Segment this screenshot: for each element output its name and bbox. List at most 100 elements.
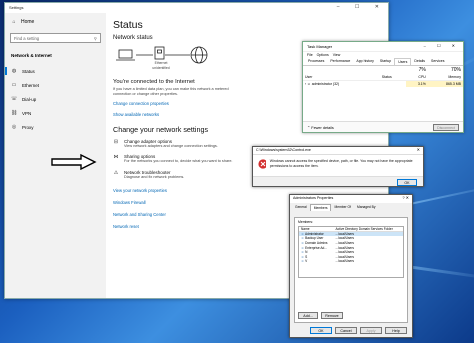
tab-managed-by[interactable]: Managed By xyxy=(354,204,379,211)
cancel-button[interactable]: Cancel xyxy=(335,327,357,334)
ok-button[interactable]: OK xyxy=(397,178,417,186)
adapter-icon: ⊟ xyxy=(113,139,119,146)
ethernet-icon: ▭ xyxy=(11,82,17,88)
search-placeholder: Find a setting xyxy=(14,36,40,41)
tab-startup[interactable]: Startup xyxy=(377,58,394,65)
sidebar-item-label: Proxy xyxy=(22,124,34,130)
search-input[interactable]: Find a setting ⚲ xyxy=(10,33,101,43)
properties-titlebar: Administrators Properties ? ✕ xyxy=(290,195,412,203)
settings-titlebar: Settings – ☐ ✕ xyxy=(5,3,388,13)
apply-button[interactable]: Apply xyxy=(360,327,382,334)
error-dialog-titlebar: C:\Windows\system32\Control.exe ✕ xyxy=(253,147,423,155)
member-name: N xyxy=(305,250,308,255)
adapter-label: Ethernet unidentified xyxy=(150,61,172,70)
error-message: Windows cannot access the specified devi… xyxy=(269,159,413,168)
sidebar-item-label: Status xyxy=(22,68,35,74)
help-button[interactable]: Help xyxy=(385,327,407,334)
properties-title: Administrators Properties xyxy=(293,196,334,200)
table-row[interactable]: › ☺ administrator (32) 3.1% 865.3 MB xyxy=(303,80,463,87)
member-name: Domain Admins xyxy=(305,241,328,246)
error-dialog-title: C:\Windows\system32\Control.exe xyxy=(256,148,311,152)
error-dialog-footer: OK xyxy=(253,176,423,186)
annotation-arrow-icon xyxy=(51,154,97,170)
task-manager-title: Task Manager xyxy=(307,44,333,49)
user-icon: ☺ xyxy=(307,82,311,86)
window-controls[interactable]: – ☐ ✕ xyxy=(337,4,386,10)
tab-performance[interactable]: Performance xyxy=(327,58,353,65)
member-name: Enterprise Ad... xyxy=(305,245,327,250)
task-manager-titlebar: Task Manager – ☐ ✕ xyxy=(303,42,463,52)
internet-globe-icon xyxy=(190,46,208,64)
network-diagram-graphic xyxy=(116,46,208,64)
member-name: Backup User xyxy=(305,236,324,241)
sidebar-item-vpn[interactable]: ⛓ VPN xyxy=(5,106,106,120)
option-text: Change adapter options View network adap… xyxy=(124,139,218,149)
sidebar-category: Network & Internet xyxy=(11,53,52,58)
home-label: Home xyxy=(21,19,35,25)
member-name: S xyxy=(305,254,308,259)
disconnect-button[interactable]: Disconnect xyxy=(433,124,459,131)
tab-services[interactable]: Services xyxy=(428,58,447,65)
search-icon: ⚲ xyxy=(93,36,97,41)
ok-button[interactable]: OK xyxy=(310,327,332,334)
warning-icon: ⚠ xyxy=(113,169,119,176)
error-dialog-body: Windows cannot access the specified devi… xyxy=(253,155,423,173)
sidebar-item-label: Ethernet xyxy=(22,82,40,88)
add-button[interactable]: Add... xyxy=(298,312,318,319)
tab-details[interactable]: Details xyxy=(411,58,428,65)
cpu-pct: 7% xyxy=(418,67,426,73)
error-dialog: C:\Windows\system32\Control.exe ✕ Window… xyxy=(252,146,424,187)
table-row[interactable]: ☺ V ...local/Users xyxy=(299,259,403,264)
task-manager-window: Task Manager – ☐ ✕ File Options View Pro… xyxy=(302,41,464,133)
tab-member-of[interactable]: Member Of xyxy=(331,204,354,211)
window-controls[interactable]: – ☐ ✕ xyxy=(424,43,460,48)
user-memory: 865.3 MB xyxy=(427,80,463,87)
task-manager-tabs: Processes Performance App history Startu… xyxy=(303,58,463,66)
fewer-details-label: Fewer details xyxy=(311,126,334,130)
fewer-details-link[interactable]: ⌃ Fewer details xyxy=(307,125,334,130)
menu-file[interactable]: File xyxy=(307,53,313,57)
sidebar-item-ethernet[interactable]: ▭ Ethernet xyxy=(5,78,106,92)
sidebar-item-dialup[interactable]: ☏ Dial-up xyxy=(5,92,106,106)
phone-icon: ☏ xyxy=(11,96,18,102)
members-label: Members: xyxy=(298,220,314,224)
option-text: Sharing options For the networks you con… xyxy=(124,154,232,164)
option-text: Network troubleshooter Diagnose and fix … xyxy=(124,170,184,180)
properties-tabs: General Members Member Of Managed By xyxy=(290,203,412,211)
tab-processes[interactable]: Processes xyxy=(305,58,327,65)
menu-options[interactable]: Options xyxy=(317,53,329,57)
administrators-properties-dialog: Administrators Properties ? ✕ General Me… xyxy=(289,194,413,338)
users-table: 7% 70% User Status CPU Memory › ☺ admini… xyxy=(303,66,463,87)
close-icon[interactable]: ✕ xyxy=(417,147,420,152)
memory-pct: 70% xyxy=(450,67,461,73)
remove-button[interactable]: Remove xyxy=(321,312,343,319)
tab-members[interactable]: Members xyxy=(309,204,332,211)
settings-title: Settings xyxy=(9,5,24,10)
sidebar-item-label: Dial-up xyxy=(22,96,37,102)
user-name: administrator (32) xyxy=(311,82,340,86)
vpn-icon: ⛓ xyxy=(11,110,18,116)
globe-icon: ◎ xyxy=(11,124,17,130)
menu-view[interactable]: View xyxy=(333,53,341,57)
col-folder[interactable]: Active Directory Domain Services Folder xyxy=(334,227,403,232)
home-link[interactable]: ⌂ Home xyxy=(5,13,106,27)
home-icon: ⌂ xyxy=(12,19,16,25)
option-desc: For the networks you connect to, decide … xyxy=(124,159,233,164)
tab-general[interactable]: General xyxy=(292,204,310,211)
help-close-icons[interactable]: ? ✕ xyxy=(402,195,409,200)
member-name: V xyxy=(305,259,308,264)
ethernet-adapter-icon xyxy=(154,46,165,60)
user-cpu: 3.1% xyxy=(405,80,428,87)
tab-app-history[interactable]: App history xyxy=(353,58,377,65)
member-folder: ...local/Users xyxy=(335,259,354,264)
page-title: Status xyxy=(113,19,143,31)
view-network-properties-link[interactable]: View your network properties xyxy=(113,188,382,193)
sidebar-item-status[interactable]: ◍ Status xyxy=(5,64,106,78)
members-list[interactable]: Name Active Directory Domain Services Fo… xyxy=(298,226,404,278)
member-name-cell: ☺ V xyxy=(299,259,334,264)
connected-description: If you have a limited data plan, you can… xyxy=(113,87,229,97)
sidebar-item-proxy[interactable]: ◎ Proxy xyxy=(5,120,106,134)
tab-users[interactable]: Users xyxy=(394,58,412,65)
expand-chevron-icon[interactable]: › xyxy=(305,82,306,86)
adapter-sublabel: unidentified xyxy=(152,65,170,70)
